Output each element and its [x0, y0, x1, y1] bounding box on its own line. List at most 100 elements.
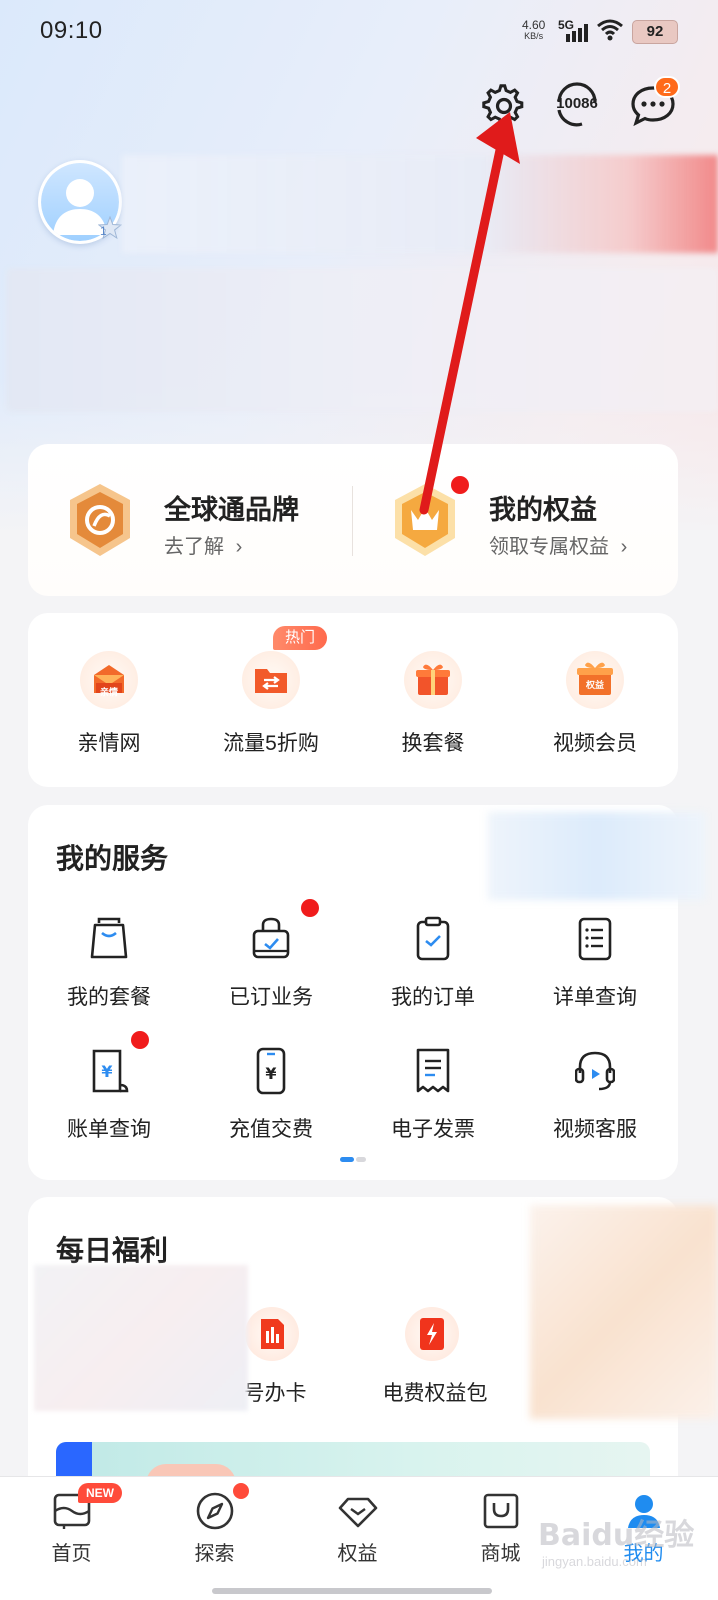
chevron-right-icon: ›	[235, 536, 243, 558]
blurred-account-stats	[6, 268, 718, 412]
shortcut-label: 换套餐	[401, 732, 465, 755]
shortcut-video-member[interactable]: 权益 视频会员	[514, 613, 676, 787]
headset-icon	[575, 1051, 615, 1091]
messages-button[interactable]: 2	[630, 76, 680, 128]
message-badge: 2	[654, 76, 680, 98]
brand-sub-global-text: 去了解	[164, 536, 224, 558]
shortcut-label: 亲情网	[77, 732, 141, 755]
shortcut-data-discount[interactable]: 流量5折购	[190, 613, 352, 787]
brand-item-global[interactable]: 全球通品牌 去了解 ›	[28, 444, 353, 596]
data-folder-icon	[242, 651, 300, 709]
page-dot-active	[340, 1157, 354, 1162]
nav-home[interactable]: NEW 首页	[0, 1477, 143, 1600]
watermark-text: Baidu经验	[538, 1518, 695, 1553]
mall-bag-icon	[483, 1493, 519, 1529]
bill-notification-dot	[131, 1031, 149, 1049]
detail-list-icon	[578, 917, 612, 961]
service-detail-query[interactable]: 详单查询	[514, 915, 676, 1035]
network-speed-value: 4.60	[522, 18, 546, 32]
shopping-bag-icon	[90, 917, 128, 959]
crown-icon	[395, 484, 455, 556]
blurred-benefit	[34, 1265, 248, 1411]
nav-label: 首页	[51, 1543, 92, 1565]
service-label: 我的套餐	[67, 986, 151, 1009]
brand-sub-global: 去了解 ›	[164, 530, 242, 559]
bill-icon: ¥	[92, 1049, 129, 1093]
service-label: 视频客服	[553, 1118, 637, 1141]
section-title: 我的服务	[56, 843, 169, 874]
service-label: 账单查询	[67, 1118, 151, 1141]
vip-gift-icon-text: 权益	[585, 680, 604, 690]
brand-title-rights: 我的权益	[489, 495, 597, 525]
nav-label: 探索	[194, 1543, 235, 1565]
watermark: Baidu经验 jingyan.baidu.com	[538, 1504, 718, 1584]
global-brand-icon	[70, 484, 130, 556]
wifi-icon	[597, 19, 623, 41]
service-label: 已订业务	[229, 986, 313, 1009]
rights-notification-dot	[451, 476, 469, 494]
recharge-phone-icon: ¥	[256, 1047, 286, 1095]
service-label: 电子发票	[391, 1118, 475, 1141]
subscribed-notification-dot	[301, 899, 319, 917]
svg-text:¥: ¥	[265, 1064, 276, 1083]
subscribed-bag-icon	[252, 917, 290, 959]
service-subscribed[interactable]: 已订业务	[190, 899, 352, 1035]
service-recharge[interactable]: ¥ 充值交费	[190, 1047, 352, 1167]
shortcut-family-network[interactable]: 亲情 亲情网	[28, 613, 190, 787]
gift-box-icon	[404, 651, 462, 709]
brand-sub-rights: 领取专属权益 ›	[489, 530, 627, 559]
shortcuts-card: 热门 亲情 亲情网 流量5折购 换套餐 权益 视频会员	[28, 613, 678, 787]
brand-title-global: 全球通品牌	[164, 495, 299, 525]
explore-notification-dot	[233, 1483, 249, 1499]
benefit-label: 电费权益包	[382, 1382, 488, 1405]
service-video-support[interactable]: 视频客服	[514, 1047, 676, 1167]
network-speed: 4.60 KB/s	[522, 18, 546, 42]
battery-indicator: 92	[632, 20, 678, 44]
service-e-invoice[interactable]: 电子发票	[352, 1047, 514, 1167]
signal-icon	[566, 24, 588, 42]
shortcut-label: 视频会员	[553, 732, 637, 755]
family-network-icon-text: 亲情	[99, 687, 118, 697]
customer-service-button[interactable]: 10086	[552, 80, 602, 130]
page-indicator	[340, 1157, 366, 1163]
shortcut-label: 流量5折购	[223, 732, 319, 755]
user-level: 1	[100, 224, 107, 238]
brand-sub-rights-text: 领取专属权益	[489, 536, 609, 558]
nav-label: 权益	[337, 1543, 378, 1565]
hotline-number: 10086	[556, 95, 598, 112]
family-network-icon: 亲情	[80, 651, 138, 709]
brand-item-rights[interactable]: 我的权益 领取专属权益 ›	[353, 444, 678, 596]
service-label: 充值交费	[229, 1118, 313, 1141]
home-indicator	[212, 1588, 492, 1594]
network-speed-unit: KB/s	[524, 31, 544, 41]
benefit-electric-bill[interactable]: 电费权益包	[355, 1307, 515, 1417]
blurred-benefit-promo	[530, 1205, 718, 1419]
nav-explore[interactable]: 探索	[143, 1477, 286, 1600]
new-tag: NEW	[78, 1483, 122, 1503]
brand-rights-card: 全球通品牌 去了解 › 我的权益 领取专属权益 ›	[28, 444, 678, 596]
service-my-plan[interactable]: 我的套餐	[28, 915, 190, 1035]
section-title: 每日福利	[56, 1235, 169, 1266]
compass-icon	[196, 1492, 234, 1530]
sim-card-icon	[245, 1307, 299, 1361]
blurred-user-info	[122, 155, 718, 253]
electric-bill-icon	[405, 1307, 459, 1361]
vip-gift-icon: 权益	[566, 651, 624, 709]
service-label: 详单查询	[553, 986, 637, 1009]
order-clipboard-icon	[416, 916, 450, 961]
page-dot	[356, 1157, 366, 1162]
shortcut-change-plan[interactable]: 换套餐	[352, 613, 514, 787]
blurred-promo	[488, 812, 706, 900]
nav-rights[interactable]: 权益	[286, 1477, 429, 1600]
gear-icon[interactable]	[482, 84, 526, 128]
service-bill-query[interactable]: ¥ 账单查询	[28, 1031, 190, 1167]
status-time: 09:10	[40, 17, 103, 44]
diamond-icon	[338, 1497, 378, 1528]
chevron-right-icon: ›	[620, 536, 628, 558]
service-my-orders[interactable]: 我的订单	[352, 915, 514, 1035]
svg-text:¥: ¥	[101, 1062, 112, 1081]
status-bar: 09:10 4.60 KB/s 5G 92	[0, 0, 718, 62]
watermark-sub: jingyan.baidu.com	[542, 1554, 647, 1569]
invoice-icon	[416, 1048, 450, 1093]
service-label: 我的订单	[391, 986, 475, 1009]
